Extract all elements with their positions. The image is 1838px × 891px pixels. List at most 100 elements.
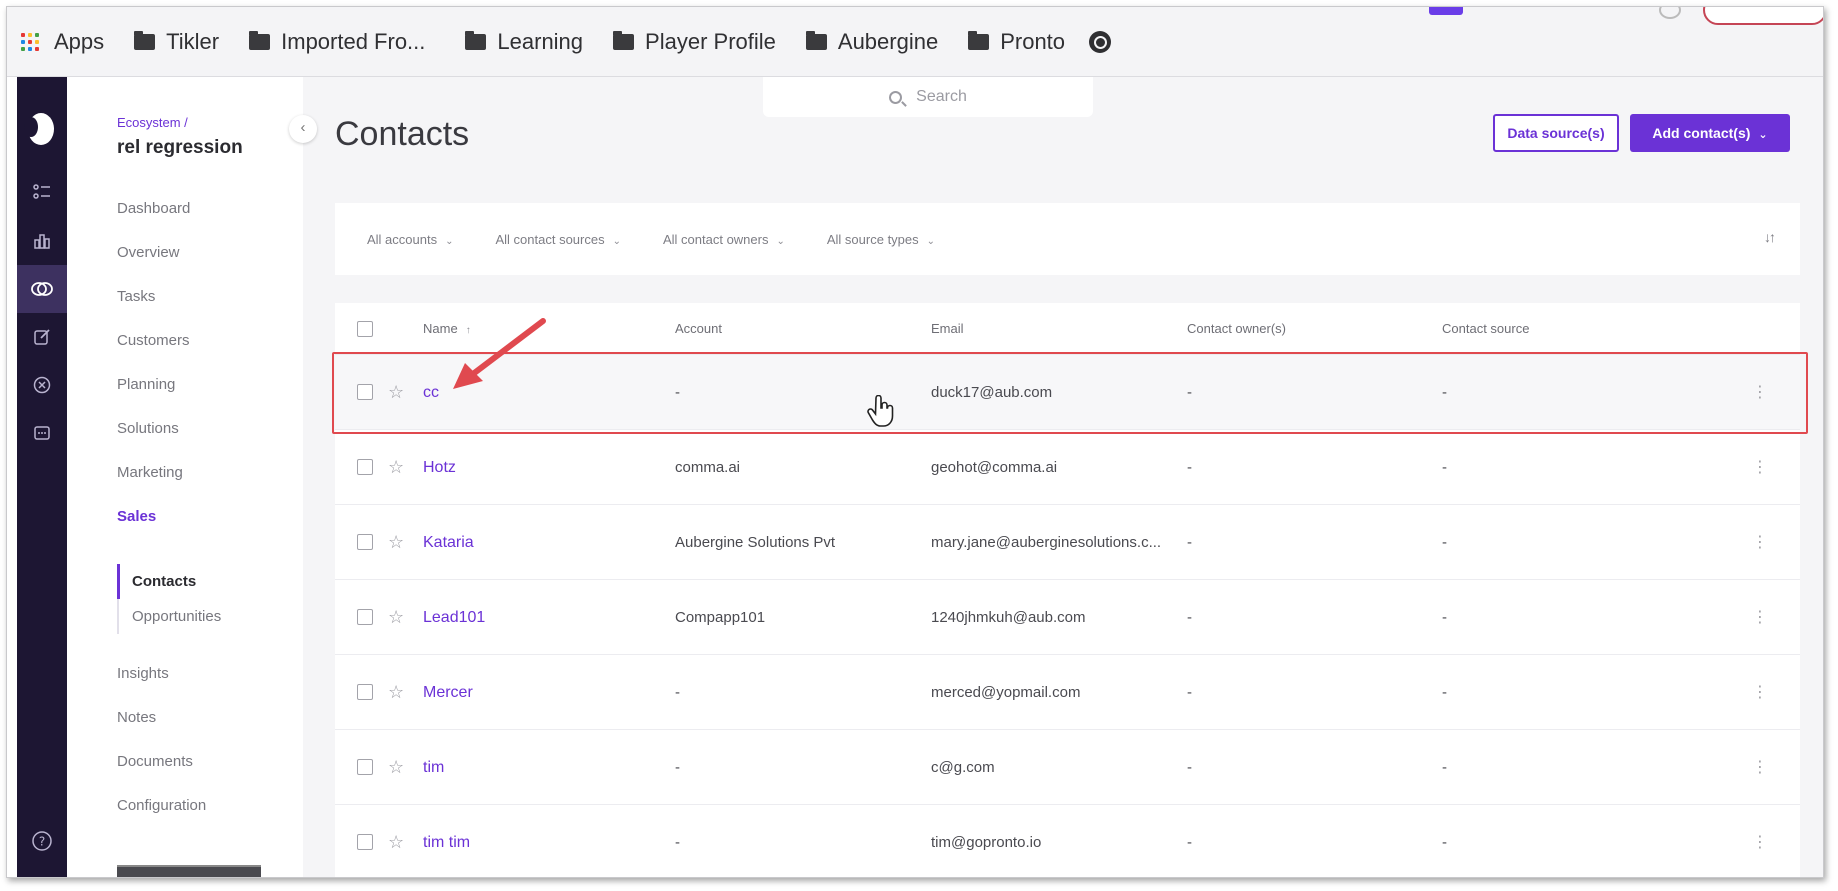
- column-header-account[interactable]: Account: [675, 321, 722, 336]
- star-icon[interactable]: ☆: [388, 580, 404, 655]
- toolbar-pill-button[interactable]: [1703, 7, 1823, 25]
- tasks-icon[interactable]: [17, 169, 67, 217]
- contact-account: -: [675, 684, 680, 701]
- column-header-owner[interactable]: Contact owner(s): [1187, 321, 1286, 336]
- row-checkbox[interactable]: [357, 534, 373, 550]
- cancel-circle-icon[interactable]: [17, 361, 67, 409]
- contact-name-link[interactable]: tim tim: [423, 805, 470, 877]
- contact-account: Aubergine Solutions Pvt: [675, 534, 836, 551]
- chat-icon[interactable]: [17, 409, 67, 457]
- bookmark-aubergine[interactable]: Aubergine: [805, 29, 938, 55]
- bookmark-player-profile[interactable]: Player Profile: [613, 29, 776, 55]
- breadcrumb[interactable]: Ecosystem /: [117, 115, 188, 130]
- contact-name-link[interactable]: Lead101: [423, 580, 485, 655]
- sidebar-item-sales[interactable]: Sales: [117, 495, 206, 539]
- folder-icon: [805, 30, 827, 50]
- ecosystem-icon[interactable]: [17, 265, 67, 313]
- contact-email: tim@gopronto.io: [931, 834, 1042, 851]
- bookmark-learning[interactable]: Learning: [465, 29, 583, 55]
- help-icon[interactable]: ?: [17, 817, 67, 865]
- sidebar-item-customers[interactable]: Customers: [117, 319, 206, 363]
- folder-icon: [613, 30, 635, 50]
- table-row[interactable]: ☆ Kataria Aubergine Solutions Pvt mary.jane…: [335, 505, 1800, 580]
- contact-email: merced@yopmail.com: [931, 684, 1081, 701]
- filter-accounts[interactable]: All accounts ⌄: [367, 232, 453, 247]
- star-icon[interactable]: ☆: [388, 655, 404, 730]
- sidebar-item-insights[interactable]: Insights: [117, 652, 206, 696]
- search-input[interactable]: Search: [763, 77, 1093, 117]
- star-icon[interactable]: ☆: [388, 805, 404, 877]
- filter-contact-sources[interactable]: All contact sources ⌄: [495, 232, 621, 247]
- contact-owner: -: [1187, 684, 1192, 701]
- contact-source: -: [1442, 534, 1447, 551]
- table-row[interactable]: ☆ Hotz comma.ai geohot@comma.ai - - ⋮: [335, 430, 1800, 505]
- edit-icon[interactable]: [17, 313, 67, 361]
- star-icon[interactable]: ☆: [388, 505, 404, 580]
- sidebar-item-overview[interactable]: Overview: [117, 231, 206, 275]
- contact-account: -: [675, 759, 680, 776]
- contact-owner: -: [1187, 759, 1192, 776]
- sidebar-item-configuration[interactable]: Configuration: [117, 784, 206, 828]
- contact-email: 1240jhmkuh@aub.com: [931, 609, 1086, 626]
- sidebar-footer-thumbnail: [117, 865, 261, 877]
- add-contact-button[interactable]: Add contact(s) ⌄: [1630, 114, 1790, 152]
- contact-name-link[interactable]: Kataria: [423, 505, 474, 580]
- sidebar-item-tasks[interactable]: Tasks: [117, 275, 206, 319]
- star-icon[interactable]: ☆: [388, 730, 404, 805]
- column-header-source[interactable]: Contact source: [1442, 321, 1529, 336]
- filter-label: All source types: [826, 231, 919, 247]
- sidebar-item-dashboard[interactable]: Dashboard: [117, 187, 206, 231]
- bookmark-pronto[interactable]: Pronto: [968, 29, 1065, 55]
- sidebar-item-solutions[interactable]: Solutions: [117, 407, 206, 451]
- extension-badge[interactable]: [1429, 7, 1463, 15]
- data-source-button[interactable]: Data source(s): [1493, 114, 1619, 152]
- table-row[interactable]: ☆ tim tim - tim@gopronto.io - - ⋮: [335, 805, 1800, 877]
- more-options-icon[interactable]: ⋮: [1752, 505, 1768, 580]
- contact-name-link[interactable]: tim: [423, 730, 444, 805]
- profile-icon[interactable]: [1659, 7, 1681, 19]
- sidebar-item-documents[interactable]: Documents: [117, 740, 206, 784]
- app-rail: ?: [17, 77, 67, 877]
- search-placeholder: Search: [916, 88, 967, 105]
- star-icon[interactable]: ☆: [388, 430, 404, 505]
- folder-icon: [968, 30, 990, 50]
- folder-icon: [465, 30, 487, 50]
- row-checkbox[interactable]: [357, 609, 373, 625]
- more-options-icon[interactable]: ⋮: [1752, 430, 1768, 505]
- collapse-sidebar-button[interactable]: ‹: [289, 115, 317, 143]
- more-options-icon[interactable]: ⋮: [1752, 805, 1768, 877]
- row-checkbox[interactable]: [357, 459, 373, 475]
- contact-name-link[interactable]: Hotz: [423, 430, 456, 505]
- column-header-email[interactable]: Email: [931, 321, 964, 336]
- filter-source-types[interactable]: All source types ⌄: [827, 232, 935, 247]
- more-options-icon[interactable]: ⋮: [1752, 655, 1768, 730]
- sidebar-item-notes[interactable]: Notes: [117, 696, 206, 740]
- row-checkbox[interactable]: [357, 834, 373, 850]
- bookmark-imported[interactable]: Imported Fro...: [249, 29, 425, 55]
- bookmark-apps[interactable]: Apps: [21, 29, 104, 55]
- select-all-checkbox[interactable]: [357, 321, 373, 337]
- table-row[interactable]: ☆ tim - c@g.com - - ⋮: [335, 730, 1800, 805]
- globe-icon[interactable]: [1089, 30, 1112, 53]
- table-row[interactable]: ☆ Lead101 Compapp101 1240jhmkuh@aub.com - - ⋮: [335, 580, 1800, 655]
- table-row[interactable]: ☆ Mercer - merced@yopmail.com - - ⋮: [335, 655, 1800, 730]
- chart-icon[interactable]: [17, 217, 67, 265]
- hand-cursor-icon: [867, 395, 894, 427]
- app-logo[interactable]: [24, 113, 54, 145]
- more-options-icon[interactable]: ⋮: [1752, 730, 1768, 805]
- filter-contact-owners[interactable]: All contact owners ⌄: [663, 232, 785, 247]
- more-options-icon[interactable]: ⋮: [1752, 580, 1768, 655]
- sidebar-subitem-contacts[interactable]: Contacts: [117, 564, 221, 599]
- chevron-down-icon: ⌄: [612, 235, 621, 247]
- sidebar-item-marketing[interactable]: Marketing: [117, 451, 206, 495]
- contact-email: mary.jane@auberginesolutions.c...: [931, 534, 1162, 551]
- row-checkbox[interactable]: [357, 684, 373, 700]
- contact-source: -: [1442, 834, 1447, 851]
- row-checkbox[interactable]: [357, 759, 373, 775]
- sidebar-subitem-opportunities[interactable]: Opportunities: [119, 599, 221, 634]
- sidebar-item-planning[interactable]: Planning: [117, 363, 206, 407]
- chevron-down-icon: ⌄: [445, 235, 454, 247]
- bookmark-tikler[interactable]: Tikler: [134, 29, 219, 55]
- contact-name-link[interactable]: Mercer: [423, 655, 473, 730]
- sort-icon[interactable]: ↓↑: [1764, 229, 1776, 245]
